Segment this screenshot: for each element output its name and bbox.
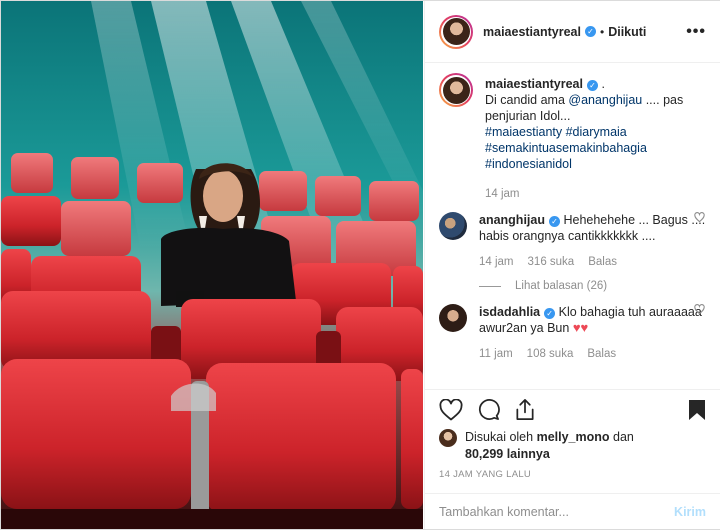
caption-time[interactable]: 14 jam [485,186,520,202]
verified-icon: ✓ [586,80,598,91]
comment-username[interactable]: ananghijau [479,213,545,227]
replies-line [479,285,501,287]
like-comment-heart-icon[interactable] [694,212,705,223]
verified-icon: ✓ [584,26,596,37]
post-side-panel: maiaestiantyreal ✓ • Diikuti ••• maiaest… [424,1,720,529]
comments-list[interactable]: maiaestiantyreal ✓ . Di candid ama @anang… [425,73,720,381]
caption-suffix: . [601,77,605,91]
avatar-image [442,76,470,104]
comment-likes[interactable]: 316 suka [528,254,575,270]
action-bar [425,389,720,429]
hashtag[interactable]: #maiaestianty [485,125,562,139]
liker-avatar[interactable] [439,429,457,447]
verified-icon: ✓ [544,308,556,319]
comment-time[interactable]: 14 jam [479,254,514,270]
avatar-image [442,18,470,45]
reply-button[interactable]: Balas [588,254,617,270]
likes-middle: dan [609,430,634,444]
liker-username[interactable]: melly_mono [537,430,610,444]
comment-item: ananghijau ✓ Hehehehehe ... Bagus .... ha… [425,212,720,294]
commenter-avatar[interactable] [439,304,467,332]
send-comment-button[interactable]: Kirim [674,505,706,519]
caption-mention[interactable]: @ananghijau [568,93,642,107]
likes-count[interactable]: 80,299 lainnya [465,447,550,461]
heart-emoji: ♥♥ [572,320,589,335]
comment-item: isdadahlia ✓ Klo bahagia tuh auraaaaa awu… [425,304,720,362]
reply-button[interactable]: Balas [587,346,616,362]
commenter-avatar[interactable] [439,212,467,240]
caption-username[interactable]: maiaestiantyreal [485,77,583,91]
likes-prefix: Disukai oleh [465,430,537,444]
like-comment-heart-icon[interactable] [694,304,705,315]
hashtag[interactable]: #semakintuasemakinbahagia [485,141,647,155]
post-header: maiaestiantyreal ✓ • Diikuti ••• [425,1,720,63]
comment-likes[interactable]: 108 suka [527,346,574,362]
heart-icon[interactable] [439,398,463,421]
separator-dot: • [599,24,605,39]
header-username[interactable]: maiaestiantyreal [483,25,581,39]
profile-avatar[interactable] [439,14,473,49]
verified-icon: ✓ [548,216,560,227]
caption: maiaestiantyreal ✓ . Di candid ama @anang… [425,73,720,202]
likes-summary: Disukai oleh melly_mono dan 80,299 lainn… [439,429,709,463]
bookmark-icon[interactable] [688,399,706,421]
comment-time[interactable]: 11 jam [479,346,513,362]
hashtag[interactable]: #indonesianidol [485,157,572,171]
comment-icon[interactable] [477,398,500,421]
post-photo[interactable] [1,1,423,529]
share-icon[interactable] [514,398,536,421]
comment-username[interactable]: isdadahlia [479,305,540,319]
caption-avatar[interactable] [439,73,473,107]
view-replies-label[interactable]: Lihat balasan (26) [515,278,607,294]
follow-status-button[interactable]: Diikuti [608,25,646,39]
photo-scene [1,1,423,529]
add-comment-bar: Tambahkan komentar... Kirim [425,493,720,529]
more-options-icon[interactable]: ••• [686,23,706,41]
post-timestamp[interactable]: 14 JAM YANG LALU [439,469,531,480]
view-replies[interactable]: Lihat balasan (26) [479,278,706,294]
hashtag[interactable]: #diarymaia [566,125,627,139]
instagram-post: maiaestiantyreal ✓ • Diikuti ••• maiaest… [0,0,720,530]
caption-text: Di candid ama [485,93,569,107]
add-comment-input[interactable]: Tambahkan komentar... [439,505,674,519]
